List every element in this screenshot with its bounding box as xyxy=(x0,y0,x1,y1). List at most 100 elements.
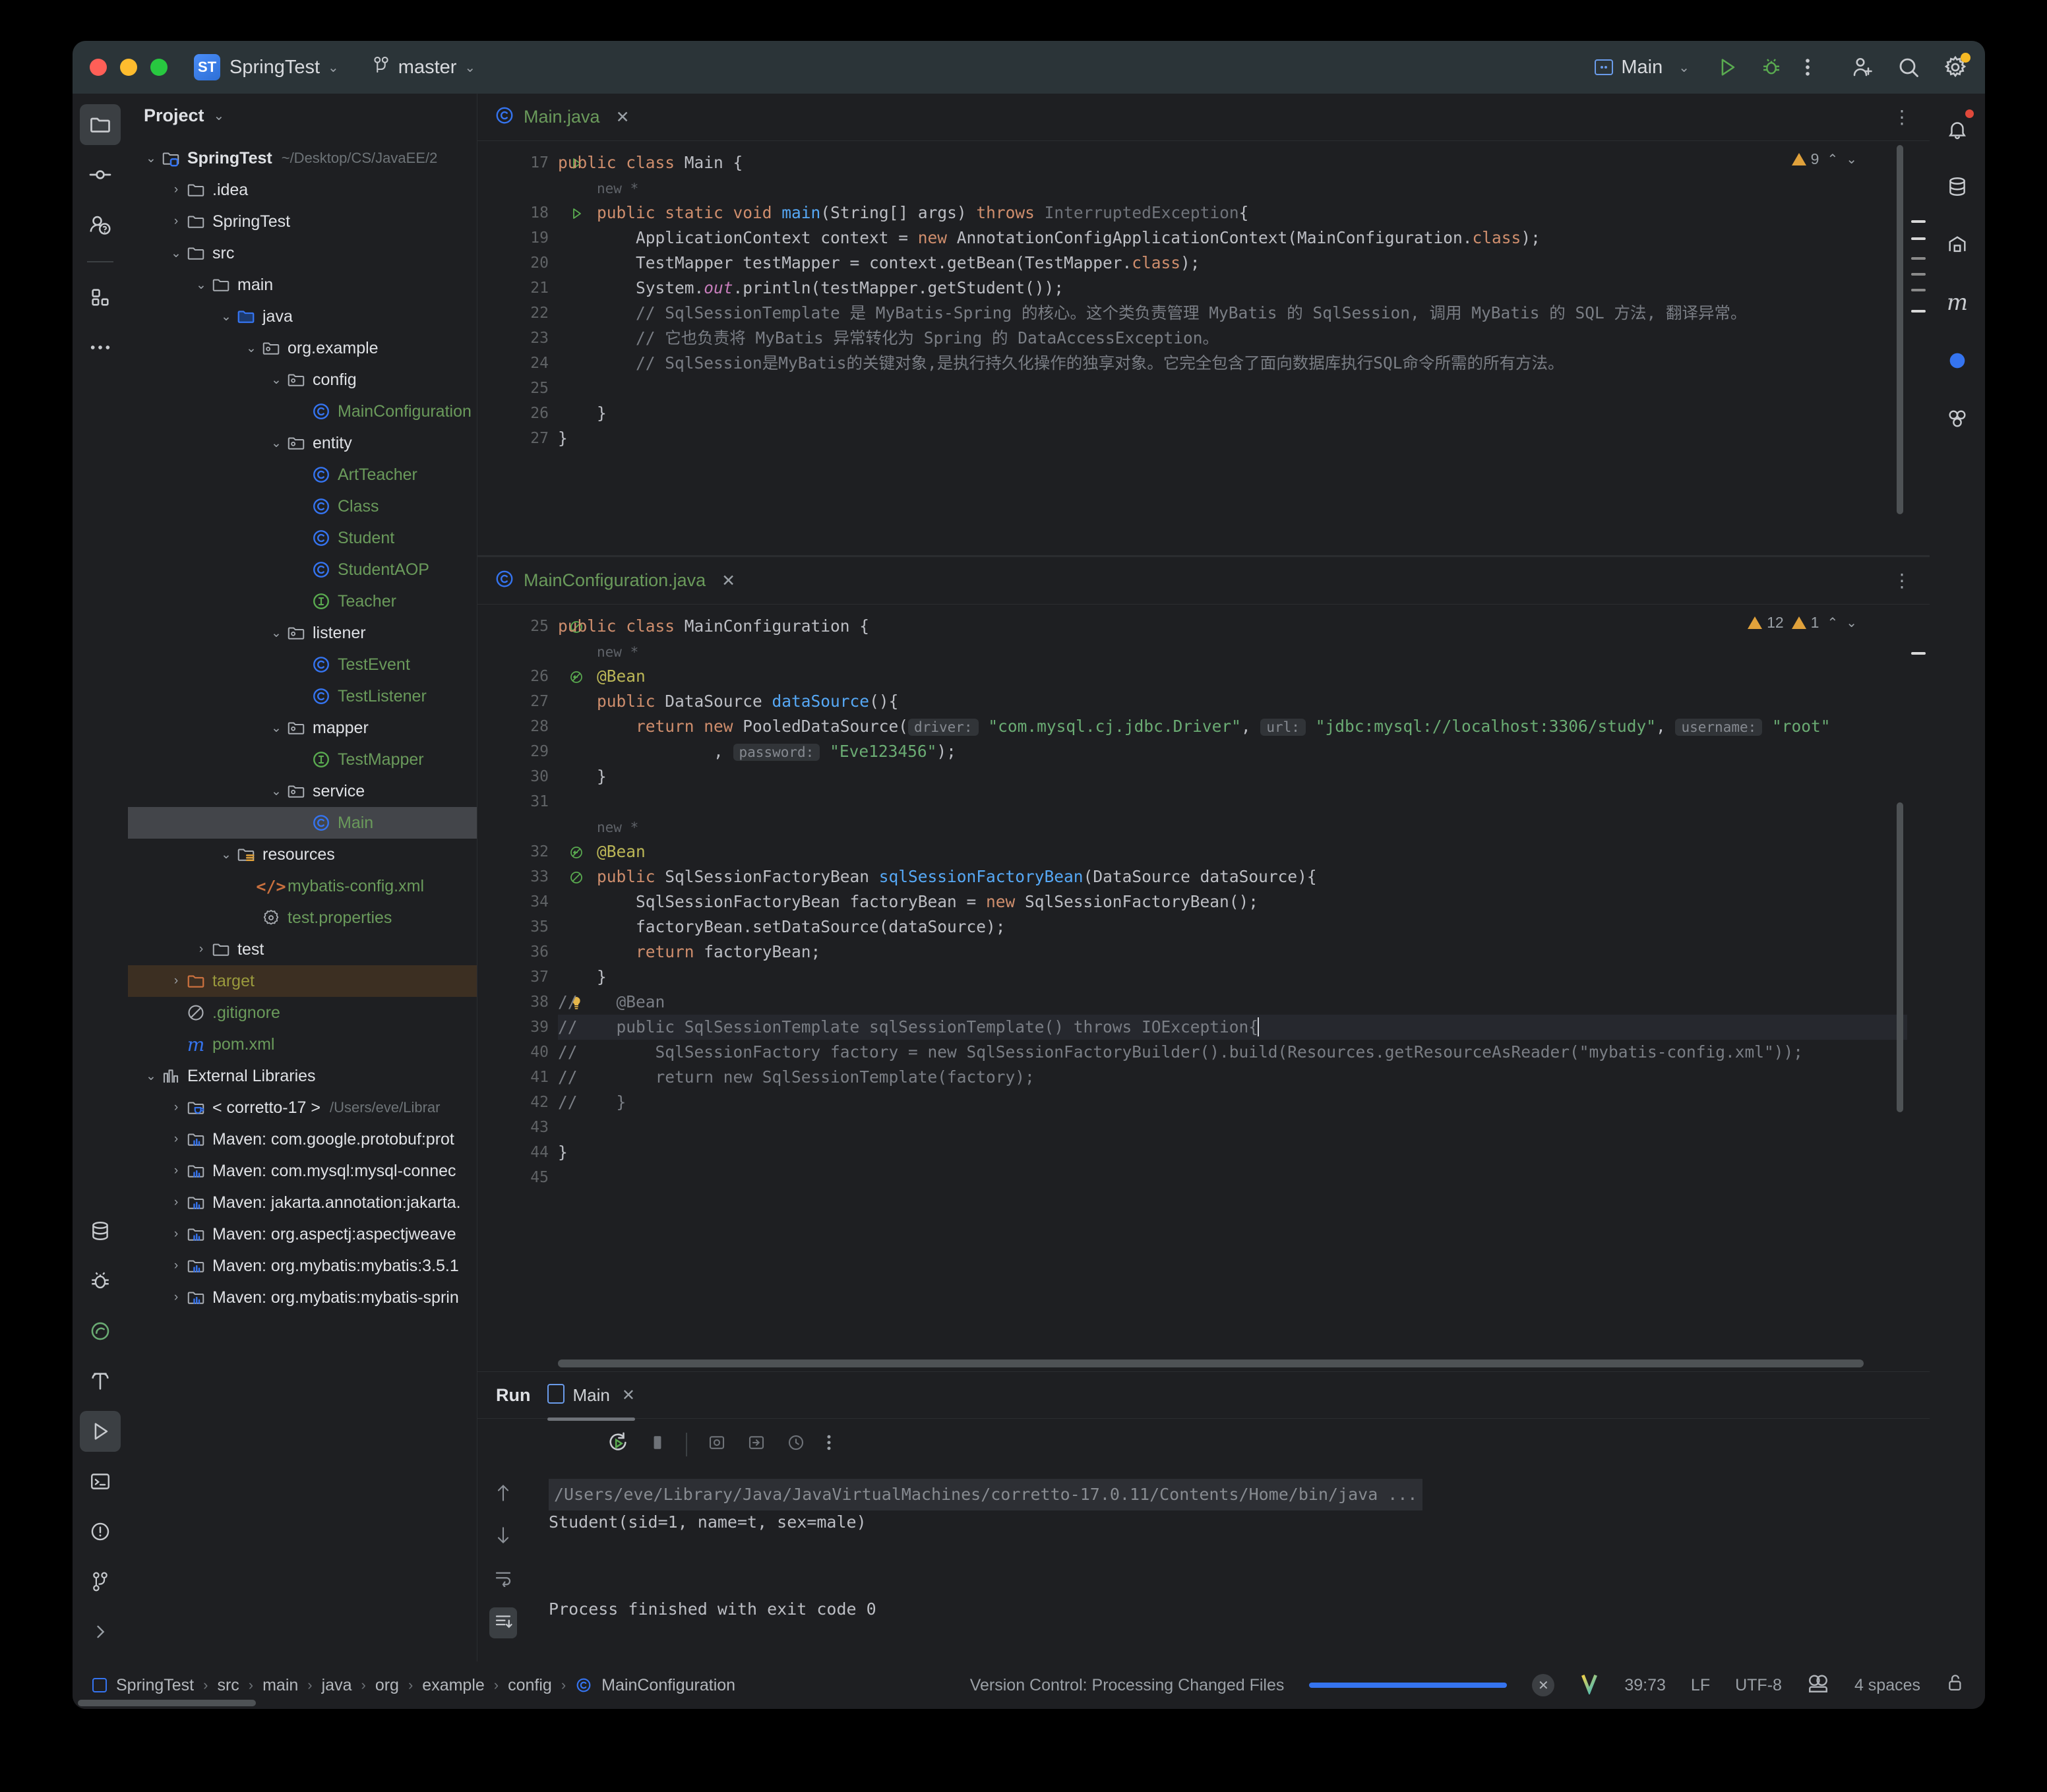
close-window-button[interactable] xyxy=(90,59,107,76)
marker-column-bottom[interactable] xyxy=(1907,605,1930,1371)
tree-node-student[interactable]: Student xyxy=(128,522,477,554)
tree-node-main[interactable]: ⌄ main xyxy=(128,269,477,301)
gutter-line-36[interactable]: 36 xyxy=(477,940,558,965)
code-line-33[interactable]: public SqlSessionFactoryBean sqlSessionF… xyxy=(558,864,1930,889)
chevron-down-icon[interactable]: ⌄ xyxy=(268,436,285,451)
code-line-45[interactable] xyxy=(558,1165,1930,1190)
tree-node-gitignore[interactable]: .gitignore xyxy=(128,997,477,1029)
chevron-down-icon[interactable]: ⌄ xyxy=(142,1069,160,1084)
arrow-down-icon[interactable] xyxy=(494,1524,512,1550)
editor-tab-main-java[interactable]: Main.java ✕ xyxy=(495,94,630,141)
tree-node-external-libraries[interactable]: ⌄ External Libraries xyxy=(128,1060,477,1092)
tree-node-service[interactable]: ⌄ service xyxy=(128,775,477,807)
inspection-next-icon[interactable]: ⌄ xyxy=(1846,151,1857,167)
breadcrumb-item[interactable]: main xyxy=(262,1676,298,1695)
line-separator-label[interactable]: LF xyxy=(1691,1676,1710,1695)
code-line-31[interactable] xyxy=(558,789,1930,814)
tool-window-debug[interactable] xyxy=(80,1261,121,1301)
tree-node-config[interactable]: ⌄ config xyxy=(128,364,477,396)
code-line-22[interactable]: // SqlSessionTemplate 是 MyBatis-Spring 的… xyxy=(558,301,1930,326)
gutter-line-38[interactable]: 38 xyxy=(477,990,580,1015)
gutter-line-21[interactable]: 21 xyxy=(477,276,558,301)
maven-m-icon[interactable]: m xyxy=(1937,282,1978,323)
gutter-line-33[interactable]: 33 xyxy=(477,864,582,889)
project-name-label[interactable]: SpringTest xyxy=(229,57,320,78)
tree-node-studentaop[interactable]: StudentAOP xyxy=(128,554,477,585)
code-line-23[interactable]: // 它也负责将 MyBatis 异常转化为 Spring 的 DataAcce… xyxy=(558,326,1930,351)
code-line-30[interactable]: } xyxy=(558,764,1930,789)
tree-node-mapper[interactable]: ⌄ mapper xyxy=(128,712,477,744)
editor-vscrollbar-bottom[interactable] xyxy=(1897,802,1903,1112)
tool-window-terminal[interactable] xyxy=(80,1461,121,1502)
code-line[interactable]: new * xyxy=(558,175,1930,200)
code-area-mainconfiguration[interactable]: 25 26 27 28 29 30 31 32 33 34 35 36 37 38 39 40 41 42 43 44… xyxy=(477,605,1930,1371)
gutter-line-40[interactable]: 40 xyxy=(477,1040,558,1065)
project-tree[interactable]: ⌄ SpringTest ~/Desktop/CS/JavaEE/2 › .idea › S… xyxy=(128,137,477,1661)
code-line[interactable]: new * xyxy=(558,814,1930,839)
code-line-43[interactable] xyxy=(558,1115,1930,1140)
run-more-options-icon[interactable] xyxy=(826,1433,832,1456)
project-view-chevron-down-icon[interactable]: ⌄ xyxy=(214,107,225,124)
inspection-summary-bottom[interactable]: 12 1 ⌃ ⌄ xyxy=(1748,614,1857,632)
code-line-26[interactable]: @Bean xyxy=(558,664,1930,689)
tool-window-version-control[interactable] xyxy=(80,1561,121,1602)
chevron-right-icon[interactable]: › xyxy=(168,214,185,229)
gutter-line-27[interactable]: 27 xyxy=(477,426,558,451)
breadcrumb[interactable]: SpringTest › src › main › java › org › example › con… xyxy=(92,1676,735,1695)
tree-node-org-example[interactable]: ⌄ org.example xyxy=(128,332,477,364)
tree-node-java[interactable]: ⌄ java xyxy=(128,301,477,332)
debug-button[interactable] xyxy=(1761,57,1782,78)
gutter-line-37[interactable]: 37 xyxy=(477,965,558,990)
gutter-line-34[interactable]: 34 xyxy=(477,889,558,914)
gutter-line-24[interactable]: 24 xyxy=(477,351,558,376)
gutter-line-32[interactable]: 32 xyxy=(477,839,582,864)
close-icon[interactable]: ✕ xyxy=(721,571,735,591)
soft-wrap-icon[interactable] xyxy=(707,1433,727,1456)
tree-node-artteacher[interactable]: ArtTeacher xyxy=(128,459,477,491)
chevron-right-icon[interactable]: › xyxy=(193,942,210,957)
tree-node-maven-org-mybatis-mybatis-3-5-1[interactable]: › Maven: org.mybatis:mybatis:3.5.1 xyxy=(128,1250,477,1282)
chevron-down-icon[interactable]: ⌄ xyxy=(218,309,235,324)
breadcrumb-item[interactable]: config xyxy=(508,1676,552,1695)
breadcrumb-item[interactable]: org xyxy=(375,1676,399,1695)
code-line-42[interactable]: // } xyxy=(558,1090,1930,1115)
tree-node-springtest[interactable]: ⌄ SpringTest ~/Desktop/CS/JavaEE/2 xyxy=(128,142,477,174)
error-count-chip[interactable]: 1 xyxy=(1791,614,1819,632)
run-console-output[interactable]: /Users/eve/Library/Java/JavaVirtualMachi… xyxy=(529,1470,1930,1661)
inspection-prev-icon[interactable]: ⌃ xyxy=(1827,614,1838,631)
tree-node-testevent[interactable]: TestEvent xyxy=(128,649,477,680)
more-actions-button[interactable] xyxy=(1804,56,1811,78)
code-line-29[interactable]: , password: "Eve123456"); xyxy=(558,739,1930,764)
run-configuration-selector[interactable]: Main ⌄ xyxy=(1595,57,1694,78)
chevron-right-icon[interactable]: › xyxy=(168,1259,185,1273)
tree-node-resources[interactable]: ⌄ resources xyxy=(128,839,477,870)
print-icon[interactable] xyxy=(786,1433,806,1456)
warning-count-chip[interactable]: 9 xyxy=(1791,150,1819,168)
chevron-down-icon[interactable]: ⌄ xyxy=(142,151,160,166)
code-line-36[interactable]: return factoryBean; xyxy=(558,940,1930,965)
arrow-up-icon[interactable] xyxy=(494,1481,512,1507)
tree-node-pom-xml[interactable]: m pom.xml xyxy=(128,1029,477,1060)
tree-node-springtest[interactable]: › SpringTest xyxy=(128,206,477,237)
code-line-24[interactable]: // SqlSession是MyBatis的关键对象,是执行持久化操作的独享对象… xyxy=(558,351,1930,376)
encoding-label[interactable]: UTF-8 xyxy=(1735,1676,1782,1695)
chevron-right-icon[interactable]: › xyxy=(168,1164,185,1178)
gutter-line-26[interactable]: 26 xyxy=(477,401,558,426)
gutter-line-25[interactable]: 25 xyxy=(477,376,558,401)
chevron-right-icon[interactable]: › xyxy=(168,183,185,197)
code-line-39[interactable]: // public SqlSessionTemplate sqlSessionT… xyxy=(558,1015,1930,1040)
tree-node-teacher[interactable]: Teacher xyxy=(128,585,477,617)
code-line[interactable]: new * xyxy=(558,639,1930,664)
gutter-line-22[interactable]: 22 xyxy=(477,301,558,326)
warning-count-chip[interactable]: 12 xyxy=(1748,614,1784,632)
caret-position-label[interactable]: 39:73 xyxy=(1624,1676,1666,1695)
gutter-line-26[interactable]: 26 xyxy=(477,664,582,689)
tool-window-problems[interactable] xyxy=(80,1511,121,1552)
tree-node-testmapper[interactable]: TestMapper xyxy=(128,744,477,775)
code-line-25[interactable]: public class MainConfiguration { xyxy=(558,614,1930,639)
tree-node-idea[interactable]: › .idea xyxy=(128,174,477,206)
code-line-32[interactable]: @Bean xyxy=(558,839,1930,864)
breadcrumb-item[interactable]: src xyxy=(217,1676,239,1695)
gutter-line-18[interactable]: 18 xyxy=(477,200,581,225)
tree-node-mybatis-config-xml[interactable]: </> mybatis-config.xml xyxy=(128,870,477,902)
